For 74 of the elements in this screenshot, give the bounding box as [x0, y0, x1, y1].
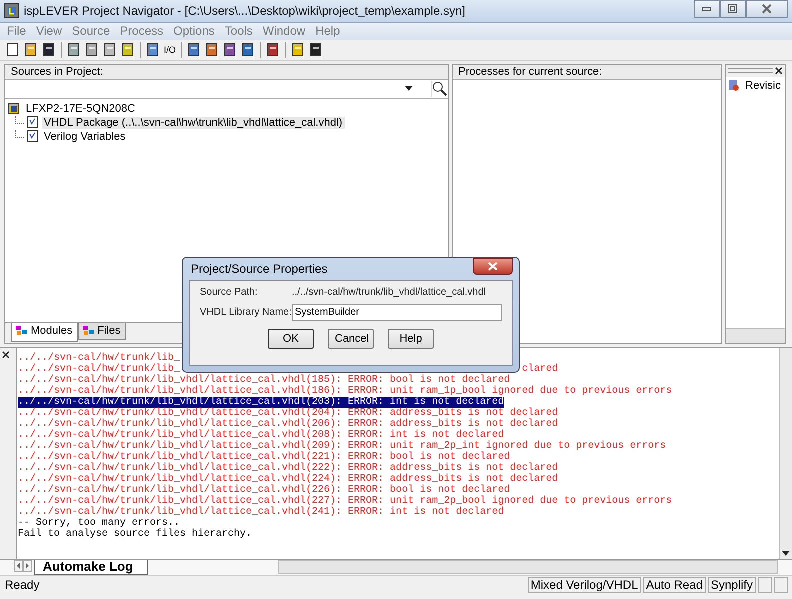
caret-icon: [404, 86, 413, 92]
field-label: Source Path:: [200, 287, 259, 298]
log-line: Fail to analyse source files hierarchy.: [18, 528, 252, 540]
tab-icon: [82, 325, 95, 336]
panel-tab[interactable]: Modules: [11, 322, 78, 342]
new-file-icon[interactable]: [6, 42, 20, 57]
menu-item[interactable]: Tools: [220, 24, 257, 38]
source-path-text: ../../svn-cal/hw/trunk/lib_vhdl/lattice_cal.vhdl: [292, 287, 486, 298]
horizontal-scrollbar[interactable]: [278, 560, 778, 574]
status-text: Auto Read: [643, 576, 706, 593]
menu-item[interactable]: Window: [258, 24, 310, 38]
menu-item[interactable]: Help: [312, 24, 344, 38]
io-button[interactable]: I/O: [164, 44, 176, 55]
log-line: ../../svn-cal/hw/trunk/lib_vhdl/lattice_cal.vhdl(206): ERROR: address_bits is not declared: [18, 418, 558, 430]
tree-item[interactable]: VHDL Package (..\..\svn-cal\hw\trunk\lib_vhdl\lattice_cal.vhdl): [42, 116, 345, 129]
log-line: ../../svn-cal/hw/trunk/lib_vhdl/lattice_cal.vhdl(186): ERROR: unit ram_1p_bool ignored due to previous errors: [18, 386, 672, 397]
panel-header: Sources in Project:: [5, 64, 448, 80]
log-line: ../../svn-cal/hw/trunk/lib_: [18, 364, 180, 375]
minimize-button[interactable]: [694, 0, 720, 18]
tree-item[interactable]: LFXP2-17E-5QN208C: [24, 102, 138, 115]
log-line: ../../svn-cal/hw/trunk/lib_vhdl/lattice_cal.vhdl(221): ERROR: bool is not declared: [18, 452, 510, 463]
close-button[interactable]: [473, 258, 513, 275]
dialog-button[interactable]: OK: [268, 329, 314, 349]
scroll-right-button[interactable]: [23, 560, 32, 572]
log-line: ../../svn-cal/hw/trunk/lib_vhdl/lattice_cal.vhdl(204): ERROR: address_bits is not declared: [18, 408, 558, 419]
close-icon[interactable]: [775, 66, 783, 75]
maximize-button[interactable]: [720, 0, 746, 18]
dialog-title: Project/Source Properties: [191, 262, 328, 276]
close-icon[interactable]: [2, 350, 10, 359]
tab-icon: [16, 325, 28, 336]
menu-item[interactable]: File: [3, 24, 30, 38]
log-tab[interactable]: Automake Log: [34, 560, 148, 576]
window-title: ispLEVER Project Navigator - [C:\Users\...\Desktop\wiki\project_temp\example.syn]: [24, 4, 466, 18]
caret-icon: [782, 551, 790, 556]
scroll-left-button[interactable]: [14, 560, 23, 572]
status-panel: [758, 576, 772, 593]
dialog-button[interactable]: Cancel: [328, 329, 374, 349]
log-line: ../../svn-cal/hw/trunk/lib_vhdl/lattice_cal.vhdl(209): ERROR: unit ram_2p_int ignored due to previous errors: [18, 440, 666, 452]
log-line: ../../svn-cal/hw/trunk/lib_vhdl/lattice_cal.vhdl(226): ERROR: bool is not declared: [18, 484, 510, 496]
library-name-field[interactable]: SystemBuilder: [292, 304, 502, 321]
status-text: Ready: [5, 578, 40, 592]
field-label: VHDL Library Name:: [200, 307, 292, 318]
log-line: ../../svn-cal/hw/trunk/lib_vhdl/lattice_cal.vhdl(241): ERROR: int is not declared: [18, 506, 504, 518]
menu-item[interactable]: Process: [116, 24, 168, 38]
log-line: ../../svn-cal/hw/trunk/lib_vhdl/lattice_cal.vhdl(185): ERROR: bool is not declared: [18, 374, 510, 386]
tree-item[interactable]: Verilog Variables: [42, 130, 128, 143]
menu-item[interactable]: View: [32, 24, 66, 38]
panel-tab[interactable]: Files: [78, 322, 126, 340]
status-panel: [774, 576, 788, 593]
close-icon: [488, 262, 498, 271]
document-icon: [27, 130, 39, 144]
status-text: Synplify: [708, 576, 756, 593]
menu-item[interactable]: Options: [170, 24, 219, 38]
app-icon: [4, 2, 20, 19]
document-icon: [27, 116, 39, 130]
close-icon: [761, 4, 773, 14]
log-line: clared: [522, 364, 558, 375]
horizontal-scrollbar[interactable]: [726, 328, 785, 343]
panel-header: Processes for current source:: [452, 64, 721, 80]
vertical-scrollbar[interactable]: [779, 348, 792, 560]
log-line: ../../svn-cal/hw/trunk/lib_vhdl/lattice_cal.vhdl(208): ERROR: int is not declared: [18, 430, 504, 441]
close-button[interactable]: [746, 0, 788, 18]
log-line: ../../svn-cal/hw/trunk/lib_: [18, 352, 180, 364]
minimize-icon: [702, 6, 712, 12]
log-line: -- Sorry, too many errors..: [18, 518, 180, 529]
log-line: ../../svn-cal/hw/trunk/lib_vhdl/lattice_cal.vhdl(224): ERROR: address_bits is not declared: [18, 474, 558, 485]
menu-item[interactable]: Source: [68, 24, 114, 38]
search-icon[interactable]: [432, 80, 448, 97]
maximize-icon: [728, 4, 738, 14]
revision-item[interactable]: Revisic: [744, 80, 783, 92]
log-line: ../../svn-cal/hw/trunk/lib_vhdl/lattice_cal.vhdl(227): ERROR: unit ram_2p_bool ignored due to previous errors: [18, 496, 672, 507]
dialog-button[interactable]: Help: [388, 329, 434, 349]
status-text: Mixed Verilog/VHDL: [528, 576, 642, 593]
log-line: ../../svn-cal/hw/trunk/lib_vhdl/lattice_cal.vhdl(222): ERROR: address_bits is not declared: [18, 462, 558, 474]
